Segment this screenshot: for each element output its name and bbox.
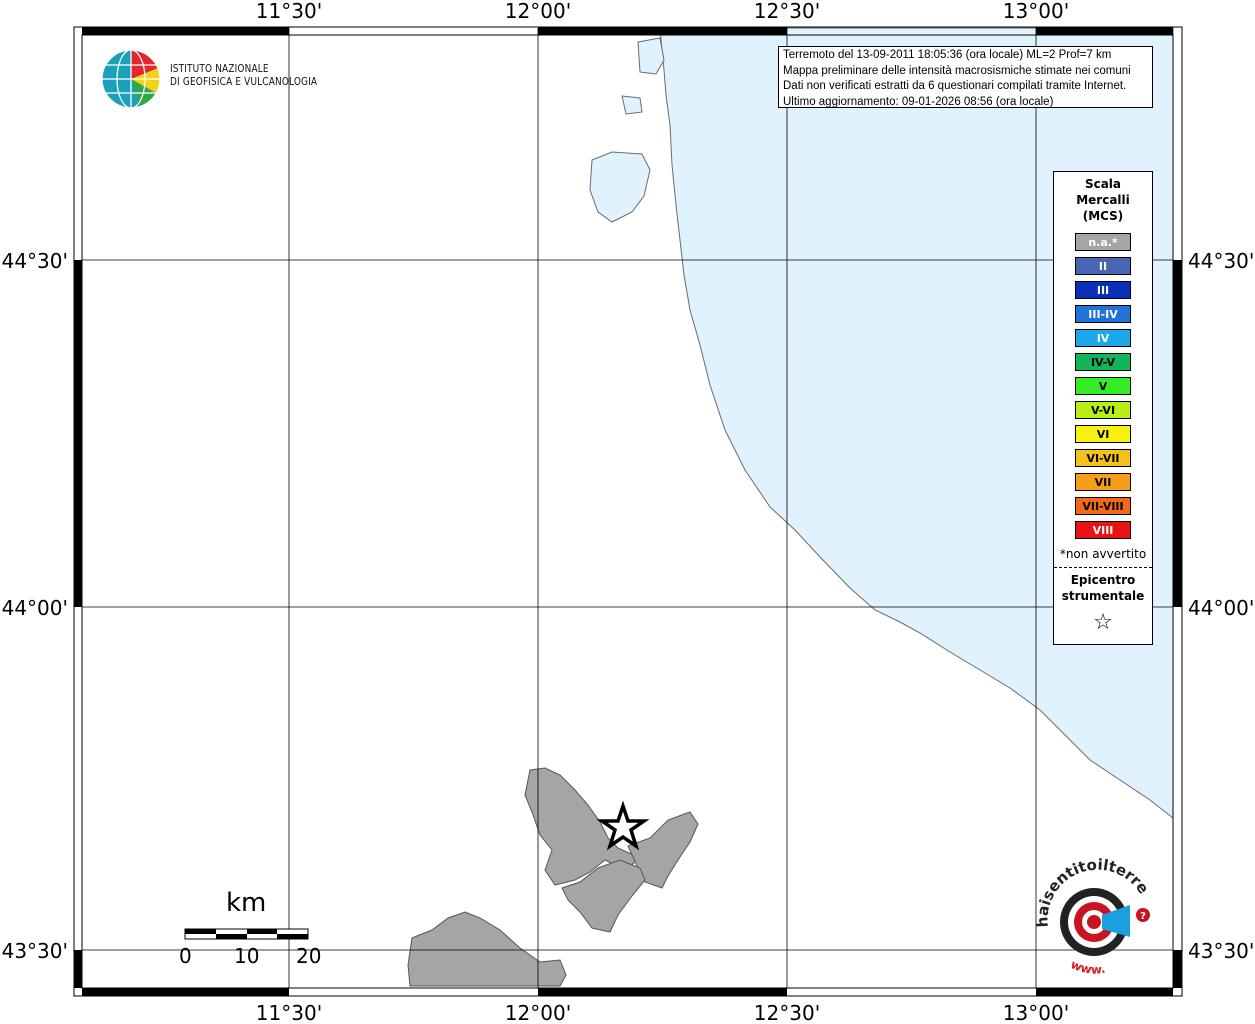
municipality-not-felt xyxy=(407,911,567,987)
latitude-label: 44°30' xyxy=(2,249,68,273)
legend-divider xyxy=(1054,567,1152,568)
longitude-label: 12°30' xyxy=(754,1001,820,1024)
legend-epicenter-label: Epicentro strumentale xyxy=(1054,572,1152,604)
lagoon xyxy=(589,151,651,223)
latitude-label: 44°30' xyxy=(1188,249,1254,273)
legend-items: n.a.* II III III-IV IV IV-V V V-VI VI VI-VII VII VI… xyxy=(1054,233,1152,539)
scale-label: 20 xyxy=(296,944,322,968)
intensity-legend: Scala Mercalli (MCS) n.a.* II III III-IV IV I… xyxy=(1053,171,1153,645)
legend-epicenter-line: Epicentro xyxy=(1070,573,1136,587)
legend-title-line: Mercalli xyxy=(1076,193,1130,207)
scale-label: 10 xyxy=(234,944,260,968)
event-info-line: Mappa preliminare delle intensità macros… xyxy=(783,64,1131,77)
event-info-line: Terremoto del 13-09-2011 18:05:36 (ora l… xyxy=(783,49,1112,61)
legend-item: III xyxy=(1075,281,1131,299)
legend-epicenter-line: strumentale xyxy=(1061,589,1145,603)
latitude-label: 43°30' xyxy=(1188,939,1254,963)
legend-item: IV xyxy=(1075,329,1131,347)
scale-label: 0 xyxy=(179,944,192,968)
event-info-line: Dati non verificati estratti da 6 questi… xyxy=(783,80,1127,92)
latitude-label: 44°00' xyxy=(2,596,68,620)
longitude-label: 12°30' xyxy=(754,0,820,23)
longitude-label: 12°00' xyxy=(505,1001,571,1024)
ingv-logo xyxy=(100,48,162,114)
legend-title-line: Scala xyxy=(1084,177,1122,191)
legend-item: VIII xyxy=(1075,521,1131,539)
haisentito-logo: haisentitoilterremoto.it www. ? xyxy=(1022,841,1155,984)
haisentito-logo-icon: haisentitoilterremoto.it www. ? xyxy=(1022,841,1152,977)
globe-icon xyxy=(101,49,161,109)
scale-bar-graphic xyxy=(184,928,309,940)
legend-item: V xyxy=(1075,377,1131,395)
scale-bar: km 0 10 20 xyxy=(170,888,330,978)
longitude-label: 11°30' xyxy=(256,1001,322,1024)
scale-unit: km xyxy=(226,888,267,918)
legend-item: III-IV xyxy=(1075,305,1131,323)
ingv-logo-text: ISTITUTO NAZIONALE DI GEOFISICA E VULCAN… xyxy=(170,63,317,89)
legend-item: VI-VII xyxy=(1075,449,1131,467)
longitude-label: 13°00' xyxy=(1003,0,1069,23)
legend-item: n.a.* xyxy=(1075,233,1131,251)
legend-title-line: (MCS) xyxy=(1082,209,1124,223)
legend-item: II xyxy=(1075,257,1131,275)
logo-line: DI GEOFISICA E VULCANOLOGIA xyxy=(170,76,318,88)
latitude-label: 44°00' xyxy=(1188,596,1254,620)
event-info-line: Ultimo aggiornamento: 09-01-2026 08:56 (… xyxy=(783,95,1054,108)
www-text: www. xyxy=(1069,957,1107,977)
legend-item: V-VI xyxy=(1075,401,1131,419)
legend-item: VII xyxy=(1075,473,1131,491)
longitude-label: 13°00' xyxy=(1003,1001,1069,1024)
longitude-label: 11°30' xyxy=(256,0,322,23)
lagoon xyxy=(637,37,665,75)
legend-item: VII-VIII xyxy=(1075,497,1131,515)
event-info-box: Terremoto del 13-09-2011 18:05:36 (ora l… xyxy=(778,46,1153,108)
logo-line: ISTITUTO NAZIONALE xyxy=(170,63,269,75)
lagoon xyxy=(621,95,643,115)
longitude-label: 12°00' xyxy=(505,0,571,23)
svg-text:www.: www. xyxy=(1069,957,1107,977)
latitude-label: 43°30' xyxy=(2,939,68,963)
question-icon: ? xyxy=(1140,911,1146,922)
legend-item: IV-V xyxy=(1075,353,1131,371)
legend-note: *non avvertito xyxy=(1059,547,1147,561)
epicenter-legend-star-icon: ☆ xyxy=(1093,610,1113,635)
legend-title: Scala Mercalli (MCS) xyxy=(1054,176,1152,224)
legend-item: VI xyxy=(1075,425,1131,443)
